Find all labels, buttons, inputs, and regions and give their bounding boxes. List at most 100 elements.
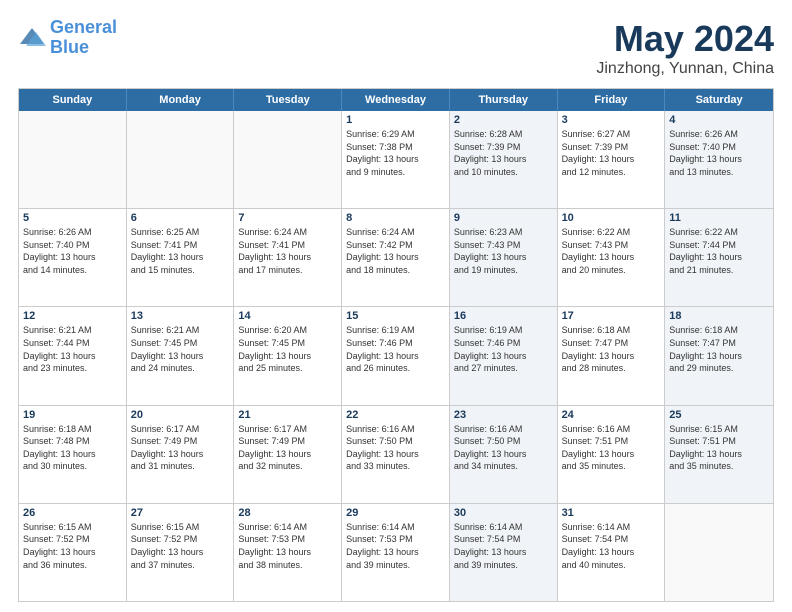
calendar-cell: 2 Sunrise: 6:28 AM Sunset: 7:39 PM Daylig… bbox=[450, 111, 558, 208]
cell-info: Sunrise: 6:18 AM Sunset: 7:48 PM Dayligh… bbox=[23, 423, 122, 473]
logo-general: General bbox=[50, 17, 117, 37]
calendar-cell: 1 Sunrise: 6:29 AM Sunset: 7:38 PM Daylig… bbox=[342, 111, 450, 208]
logo-text: General Blue bbox=[50, 18, 117, 58]
calendar-cell: 21Sunrise: 6:17 AM Sunset: 7:49 PM Dayli… bbox=[234, 406, 342, 503]
day-header-sunday: Sunday bbox=[19, 89, 127, 111]
calendar-cell bbox=[127, 111, 235, 208]
calendar-cell: 17 Sunrise: 6:18 AM Sunset: 7:47 PM Dayli… bbox=[558, 307, 666, 404]
calendar-cell: 27 Sunrise: 6:15 AM Sunset: 7:52 PM Dayli… bbox=[127, 504, 235, 601]
cell-info: Sunrise: 6:29 AM Sunset: 7:38 PM Dayligh… bbox=[346, 128, 445, 178]
calendar-cell bbox=[19, 111, 127, 208]
day-number: 12 bbox=[23, 310, 122, 322]
day-header-monday: Monday bbox=[127, 89, 235, 111]
day-number: 9 bbox=[454, 212, 553, 224]
logo-blue: Blue bbox=[50, 37, 89, 57]
calendar-cell: 7Sunrise: 6:24 AM Sunset: 7:41 PM Daylig… bbox=[234, 209, 342, 306]
logo-icon bbox=[18, 24, 46, 52]
cell-info: Sunrise: 6:24 AM Sunset: 7:42 PM Dayligh… bbox=[346, 226, 445, 276]
day-number: 1 bbox=[346, 114, 445, 126]
calendar-cell: 16 Sunrise: 6:19 AM Sunset: 7:46 PM Dayli… bbox=[450, 307, 558, 404]
calendar-cell: 24Sunrise: 6:16 AM Sunset: 7:51 PM Dayli… bbox=[558, 406, 666, 503]
day-number: 2 bbox=[454, 114, 553, 126]
calendar-cell bbox=[234, 111, 342, 208]
calendar-week-3: 12 Sunrise: 6:21 AM Sunset: 7:44 PM Dayli… bbox=[19, 307, 773, 405]
cell-info: Sunrise: 6:28 AM Sunset: 7:39 PM Dayligh… bbox=[454, 128, 553, 178]
day-number: 11 bbox=[669, 212, 769, 224]
day-number: 29 bbox=[346, 507, 445, 519]
calendar-week-5: 26Sunrise: 6:15 AM Sunset: 7:52 PM Dayli… bbox=[19, 504, 773, 601]
cell-info: Sunrise: 6:14 AM Sunset: 7:54 PM Dayligh… bbox=[562, 521, 661, 571]
calendar-cell: 6Sunrise: 6:25 AM Sunset: 7:41 PM Daylig… bbox=[127, 209, 235, 306]
cell-info: Sunrise: 6:15 AM Sunset: 7:52 PM Dayligh… bbox=[131, 521, 230, 571]
day-number: 15 bbox=[346, 310, 445, 322]
calendar-cell: 19 Sunrise: 6:18 AM Sunset: 7:48 PM Dayli… bbox=[19, 406, 127, 503]
day-number: 19 bbox=[23, 409, 122, 421]
cell-info: Sunrise: 6:26 AM Sunset: 7:40 PM Dayligh… bbox=[23, 226, 122, 276]
cell-info: Sunrise: 6:18 AM Sunset: 7:47 PM Dayligh… bbox=[669, 324, 769, 374]
cell-info: Sunrise: 6:24 AM Sunset: 7:41 PM Dayligh… bbox=[238, 226, 337, 276]
day-number: 3 bbox=[562, 114, 661, 126]
calendar-week-2: 5 Sunrise: 6:26 AM Sunset: 7:40 PM Daylig… bbox=[19, 209, 773, 307]
day-number: 14 bbox=[238, 310, 337, 322]
cell-info: Sunrise: 6:21 AM Sunset: 7:44 PM Dayligh… bbox=[23, 324, 122, 374]
cell-info: Sunrise: 6:27 AM Sunset: 7:39 PM Dayligh… bbox=[562, 128, 661, 178]
calendar-cell: 9Sunrise: 6:23 AM Sunset: 7:43 PM Daylig… bbox=[450, 209, 558, 306]
cell-info: Sunrise: 6:18 AM Sunset: 7:47 PM Dayligh… bbox=[562, 324, 661, 374]
day-number: 5 bbox=[23, 212, 122, 224]
day-number: 16 bbox=[454, 310, 553, 322]
cell-info: Sunrise: 6:14 AM Sunset: 7:54 PM Dayligh… bbox=[454, 521, 553, 571]
cell-info: Sunrise: 6:14 AM Sunset: 7:53 PM Dayligh… bbox=[346, 521, 445, 571]
calendar-cell: 8 Sunrise: 6:24 AM Sunset: 7:42 PM Daylig… bbox=[342, 209, 450, 306]
calendar-cell: 18 Sunrise: 6:18 AM Sunset: 7:47 PM Dayli… bbox=[665, 307, 773, 404]
cell-info: Sunrise: 6:15 AM Sunset: 7:51 PM Dayligh… bbox=[669, 423, 769, 473]
cell-info: Sunrise: 6:19 AM Sunset: 7:46 PM Dayligh… bbox=[346, 324, 445, 374]
day-number: 17 bbox=[562, 310, 661, 322]
day-number: 30 bbox=[454, 507, 553, 519]
cell-info: Sunrise: 6:22 AM Sunset: 7:43 PM Dayligh… bbox=[562, 226, 661, 276]
day-number: 25 bbox=[669, 409, 769, 421]
calendar-cell: 30 Sunrise: 6:14 AM Sunset: 7:54 PM Dayli… bbox=[450, 504, 558, 601]
day-number: 18 bbox=[669, 310, 769, 322]
calendar-cell: 22Sunrise: 6:16 AM Sunset: 7:50 PM Dayli… bbox=[342, 406, 450, 503]
calendar-cell: 31 Sunrise: 6:14 AM Sunset: 7:54 PM Dayli… bbox=[558, 504, 666, 601]
calendar-cell: 20Sunrise: 6:17 AM Sunset: 7:49 PM Dayli… bbox=[127, 406, 235, 503]
day-header-thursday: Thursday bbox=[450, 89, 558, 111]
day-number: 20 bbox=[131, 409, 230, 421]
calendar-cell: 10 Sunrise: 6:22 AM Sunset: 7:43 PM Dayli… bbox=[558, 209, 666, 306]
cell-info: Sunrise: 6:22 AM Sunset: 7:44 PM Dayligh… bbox=[669, 226, 769, 276]
logo: General Blue bbox=[18, 18, 117, 58]
calendar-cell: 23 Sunrise: 6:16 AM Sunset: 7:50 PM Dayli… bbox=[450, 406, 558, 503]
cell-info: Sunrise: 6:14 AM Sunset: 7:53 PM Dayligh… bbox=[238, 521, 337, 571]
day-number: 23 bbox=[454, 409, 553, 421]
title-block: May 2024 Jinzhong, Yunnan, China bbox=[596, 18, 774, 78]
header: General Blue May 2024 Jinzhong, Yunnan, … bbox=[18, 18, 774, 78]
day-header-friday: Friday bbox=[558, 89, 666, 111]
cell-info: Sunrise: 6:26 AM Sunset: 7:40 PM Dayligh… bbox=[669, 128, 769, 178]
cell-info: Sunrise: 6:20 AM Sunset: 7:45 PM Dayligh… bbox=[238, 324, 337, 374]
day-number: 8 bbox=[346, 212, 445, 224]
day-number: 10 bbox=[562, 212, 661, 224]
day-header-saturday: Saturday bbox=[665, 89, 773, 111]
day-number: 27 bbox=[131, 507, 230, 519]
cell-info: Sunrise: 6:15 AM Sunset: 7:52 PM Dayligh… bbox=[23, 521, 122, 571]
calendar-cell: 5 Sunrise: 6:26 AM Sunset: 7:40 PM Daylig… bbox=[19, 209, 127, 306]
calendar: SundayMondayTuesdayWednesdayThursdayFrid… bbox=[18, 88, 774, 602]
calendar-week-4: 19 Sunrise: 6:18 AM Sunset: 7:48 PM Dayli… bbox=[19, 406, 773, 504]
calendar-cell: 26Sunrise: 6:15 AM Sunset: 7:52 PM Dayli… bbox=[19, 504, 127, 601]
day-number: 4 bbox=[669, 114, 769, 126]
cell-info: Sunrise: 6:19 AM Sunset: 7:46 PM Dayligh… bbox=[454, 324, 553, 374]
calendar-week-1: 1 Sunrise: 6:29 AM Sunset: 7:38 PM Daylig… bbox=[19, 111, 773, 209]
calendar-cell: 4 Sunrise: 6:26 AM Sunset: 7:40 PM Daylig… bbox=[665, 111, 773, 208]
main-title: May 2024 bbox=[596, 18, 774, 60]
cell-info: Sunrise: 6:17 AM Sunset: 7:49 PM Dayligh… bbox=[238, 423, 337, 473]
cell-info: Sunrise: 6:16 AM Sunset: 7:50 PM Dayligh… bbox=[454, 423, 553, 473]
day-number: 31 bbox=[562, 507, 661, 519]
day-number: 28 bbox=[238, 507, 337, 519]
cell-info: Sunrise: 6:25 AM Sunset: 7:41 PM Dayligh… bbox=[131, 226, 230, 276]
calendar-cell bbox=[665, 504, 773, 601]
cell-info: Sunrise: 6:16 AM Sunset: 7:51 PM Dayligh… bbox=[562, 423, 661, 473]
calendar-body: 1 Sunrise: 6:29 AM Sunset: 7:38 PM Daylig… bbox=[19, 111, 773, 601]
calendar-cell: 28 Sunrise: 6:14 AM Sunset: 7:53 PM Dayli… bbox=[234, 504, 342, 601]
day-number: 22 bbox=[346, 409, 445, 421]
cell-info: Sunrise: 6:21 AM Sunset: 7:45 PM Dayligh… bbox=[131, 324, 230, 374]
